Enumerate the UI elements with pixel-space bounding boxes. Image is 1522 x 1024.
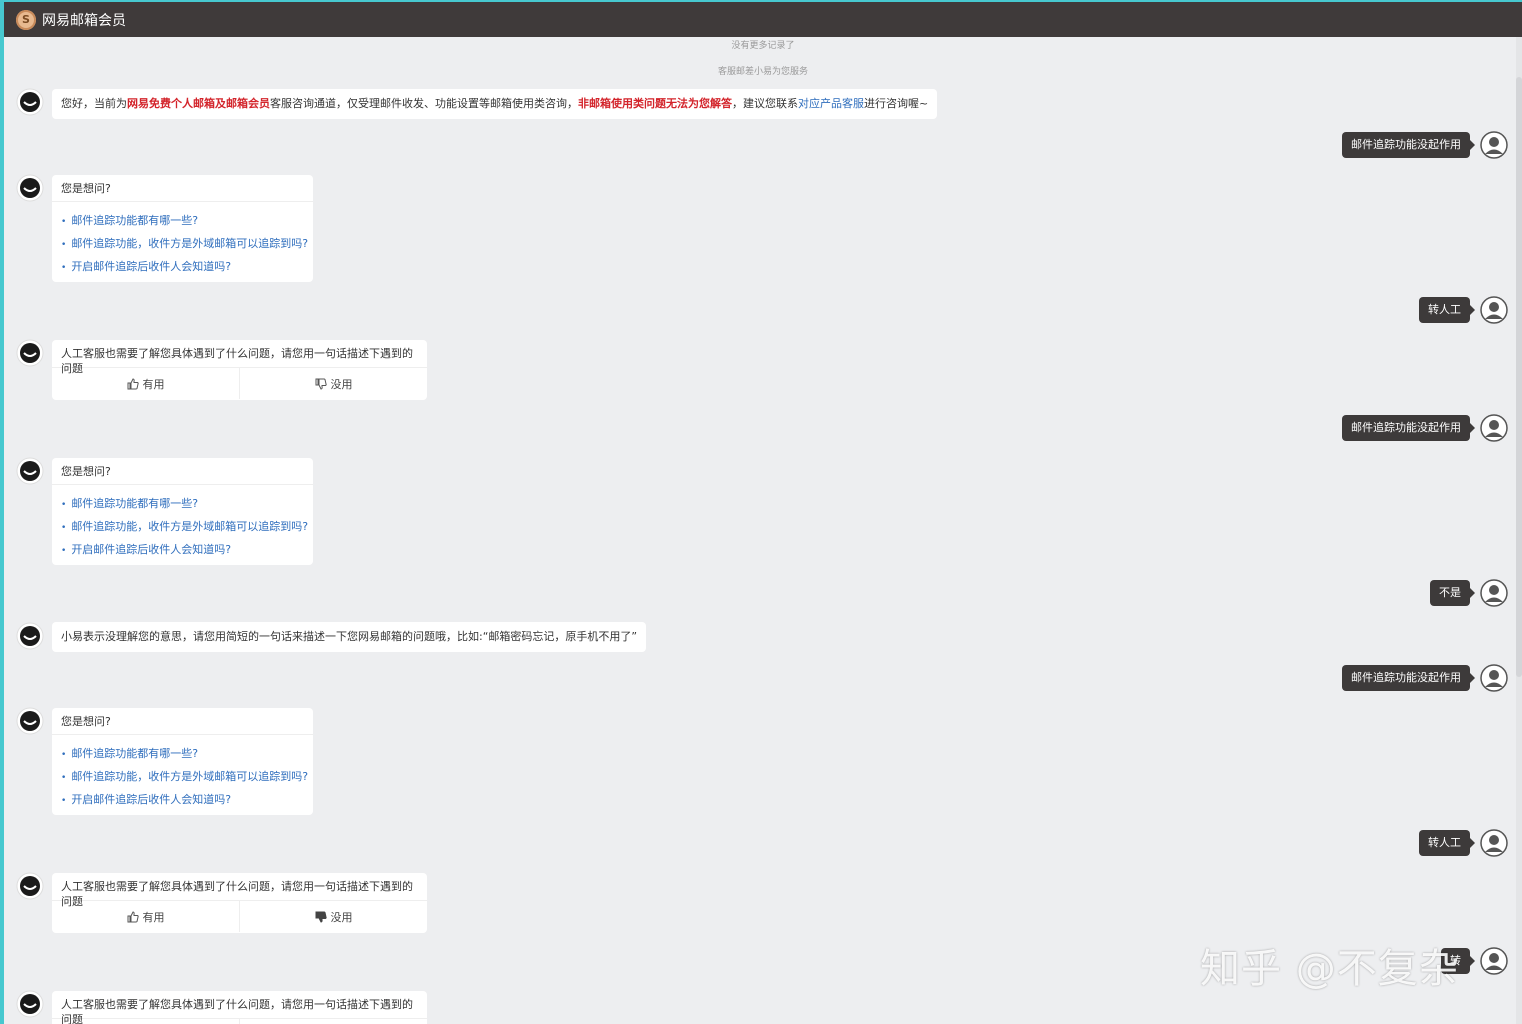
bot-avatar-icon <box>16 872 44 900</box>
feedback-bar: 有用 没用 <box>52 900 427 932</box>
useless-label: 没用 <box>330 910 353 924</box>
suggestion-list: 邮件追踪功能都有哪一些? 邮件追踪功能，收件方是外域邮箱可以追踪到吗? 开启邮件… <box>52 202 313 285</box>
watermark: 知乎 @不复杂 <box>1200 946 1460 992</box>
welcome-highlight-1: 网易免费个人邮箱及邮箱会员 <box>127 97 270 110</box>
human-prompt-text: 人工客服也需要了解您具体遇到了什么问题，请您用一句话描述下遇到的问题 <box>61 347 413 375</box>
human-prompt-card: 人工客服也需要了解您具体遇到了什么问题，请您用一句话描述下遇到的问题 有用 没用 <box>52 873 427 933</box>
suggestion-item[interactable]: 邮件追踪功能，收件方是外域邮箱可以追踪到吗? <box>61 766 308 789</box>
suggestion-item[interactable]: 邮件追踪功能都有哪一些? <box>61 493 304 516</box>
thumbs-down-icon <box>315 378 327 390</box>
human-prompt-text: 人工客服也需要了解您具体遇到了什么问题，请您用一句话描述下遇到的问题 <box>61 880 413 908</box>
suggestion-list: 邮件追踪功能都有哪一些? 邮件追踪功能，收件方是外域邮箱可以追踪到吗? 开启邮件… <box>52 735 313 818</box>
bot-avatar-icon <box>16 990 44 1018</box>
user-message: 转人工 <box>1419 297 1475 323</box>
user-avatar-icon <box>1480 579 1508 607</box>
suggestion-item[interactable]: 邮件追踪功能，收件方是外域邮箱可以追踪到吗? <box>61 233 308 256</box>
suggestion-card: 您是想问? 邮件追踪功能都有哪一些? 邮件追踪功能，收件方是外域邮箱可以追踪到吗… <box>52 708 313 815</box>
feedback-bar: 有用 没用 <box>52 367 427 399</box>
feedback-bar <box>52 1018 427 1024</box>
welcome-highlight-2: 非邮箱使用类问题无法为您解答 <box>578 97 732 110</box>
app-title: 网易邮箱会员 <box>42 12 126 29</box>
thumbs-up-icon <box>127 910 139 922</box>
app-logo-icon <box>16 9 36 30</box>
bot-avatar-icon <box>16 622 44 650</box>
suggestion-card: 您是想问? 邮件追踪功能都有哪一些? 邮件追踪功能，收件方是外域邮箱可以追踪到吗… <box>52 458 313 565</box>
user-avatar-icon <box>1480 947 1508 975</box>
suggestion-item[interactable]: 开启邮件追踪后收件人会知道吗? <box>61 256 304 279</box>
product-service-link[interactable]: 对应产品客服 <box>798 97 864 110</box>
useful-button[interactable] <box>52 1019 239 1024</box>
useful-label: 有用 <box>142 910 165 924</box>
user-avatar-icon <box>1480 414 1508 442</box>
user-avatar-icon <box>1480 131 1508 159</box>
useful-button[interactable]: 有用 <box>52 368 239 399</box>
not-understood-message: 小易表示没理解您的意思，请您用简短的一句话来描述一下您网易邮箱的问题哦，比如:“… <box>52 622 647 652</box>
suggestion-item[interactable]: 邮件追踪功能都有哪一些? <box>61 210 304 233</box>
bot-avatar-icon <box>16 457 44 485</box>
service-notice: 客服邮差小易为您服务 <box>717 67 808 77</box>
title-bar: 网易邮箱会员 <box>4 2 1522 37</box>
welcome-text-3: ，建议您联系 <box>732 97 798 110</box>
useless-button[interactable]: 没用 <box>239 901 427 932</box>
scrollbar-thumb[interactable] <box>1516 77 1522 677</box>
user-message: 转人工 <box>1419 830 1475 856</box>
user-message: 邮件追踪功能没起作用 <box>1342 415 1475 441</box>
welcome-text-2: 客服咨询通道，仅受理邮件收发、功能设置等邮箱使用类咨询， <box>270 97 578 110</box>
suggestion-item[interactable]: 开启邮件追踪后收件人会知道吗? <box>61 539 304 562</box>
suggestion-header: 您是想问? <box>52 708 313 735</box>
thumbs-down-icon <box>315 911 327 923</box>
bot-avatar-icon <box>16 174 44 202</box>
suggestion-card: 您是想问? 邮件追踪功能都有哪一些? 邮件追踪功能，收件方是外域邮箱可以追踪到吗… <box>52 175 313 282</box>
suggestion-item[interactable]: 邮件追踪功能都有哪一些? <box>61 743 304 766</box>
bot-avatar-icon <box>16 88 44 116</box>
bot-avatar-icon <box>16 339 44 367</box>
human-prompt-card: 人工客服也需要了解您具体遇到了什么问题，请您用一句话描述下遇到的问题 有用 没用 <box>52 340 427 400</box>
useless-label: 没用 <box>330 377 353 391</box>
suggestion-header: 您是想问? <box>52 458 313 485</box>
useless-button[interactable] <box>239 1019 427 1024</box>
user-message: 邮件追踪功能没起作用 <box>1342 665 1475 691</box>
chat-window: 网易邮箱会员 没有更多记录了 客服邮差小易为您服务 您好，当前为网易免费个人邮箱… <box>4 2 1522 1024</box>
scrollbar[interactable] <box>1516 37 1522 1024</box>
suggestion-header: 您是想问? <box>52 175 313 202</box>
user-message: 邮件追踪功能没起作用 <box>1342 132 1475 158</box>
thumbs-up-icon <box>127 377 139 389</box>
user-avatar-icon <box>1480 664 1508 692</box>
human-prompt-card: 人工客服也需要了解您具体遇到了什么问题，请您用一句话描述下遇到的问题 <box>52 991 427 1024</box>
user-avatar-icon <box>1480 296 1508 324</box>
welcome-text-4: 进行咨询喔~ <box>864 97 929 110</box>
suggestion-item[interactable]: 邮件追踪功能，收件方是外域邮箱可以追踪到吗? <box>61 516 308 539</box>
suggestion-list: 邮件追踪功能都有哪一些? 邮件追踪功能，收件方是外域邮箱可以追踪到吗? 开启邮件… <box>52 485 313 568</box>
welcome-text-1: 您好，当前为 <box>61 97 127 110</box>
user-message: 不是 <box>1430 580 1475 606</box>
human-prompt-text: 人工客服也需要了解您具体遇到了什么问题，请您用一句话描述下遇到的问题 <box>61 998 413 1024</box>
bot-avatar-icon <box>16 707 44 735</box>
welcome-message: 您好，当前为网易免费个人邮箱及邮箱会员客服咨询通道，仅受理邮件收发、功能设置等邮… <box>52 89 938 119</box>
useful-label: 有用 <box>142 377 165 391</box>
useful-button[interactable]: 有用 <box>52 901 239 932</box>
suggestion-item[interactable]: 开启邮件追踪后收件人会知道吗? <box>61 789 304 812</box>
useless-button[interactable]: 没用 <box>239 368 427 399</box>
no-more-records: 没有更多记录了 <box>731 41 795 51</box>
user-avatar-icon <box>1480 829 1508 857</box>
